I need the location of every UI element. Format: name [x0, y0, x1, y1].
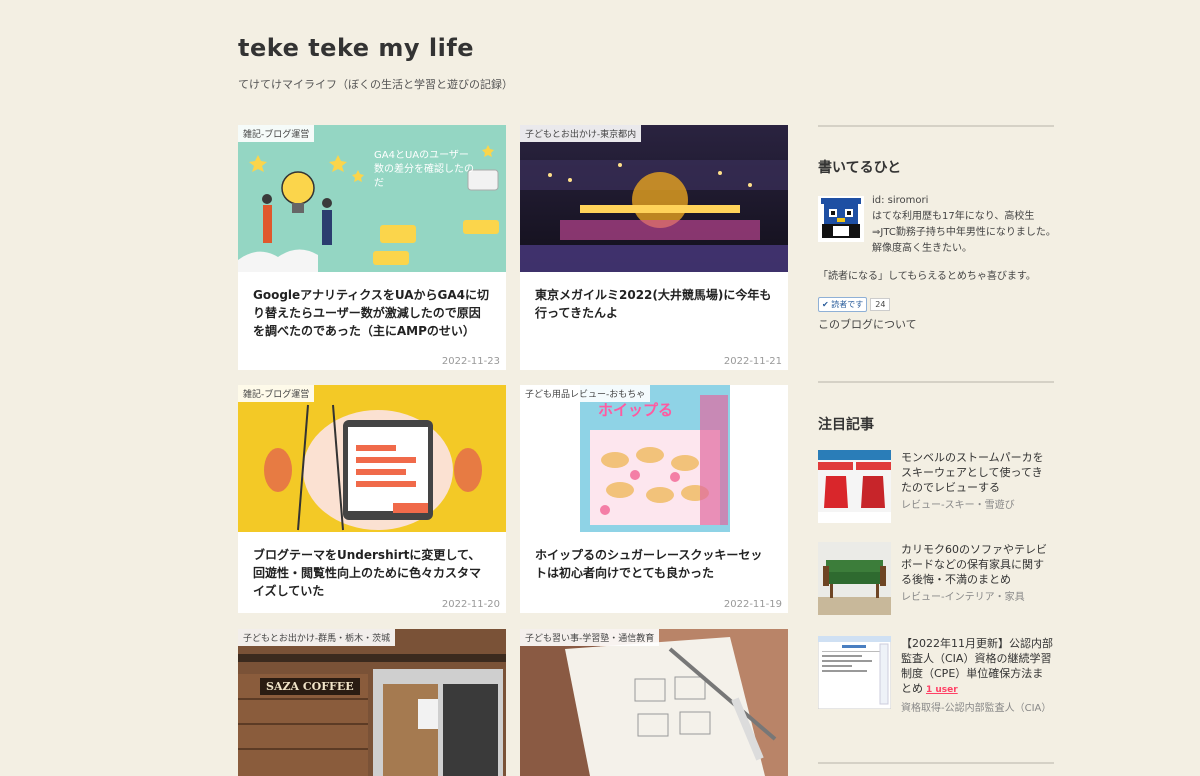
featured-thumbnail[interactable]	[818, 636, 891, 709]
article-date: 2022-11-20	[441, 599, 500, 610]
featured-item[interactable]: モンベルのストームパーカをスキーウェアとして使ってきたのでレビューする レビュー…	[818, 450, 1058, 530]
reader-count: 24	[870, 298, 891, 311]
sidebar-divider	[818, 381, 1054, 383]
subscribe-button[interactable]: ✔ 読者です	[818, 297, 868, 312]
article-card[interactable]: 子どもとお出かけ-群馬・栃木・茨城 SAZA COFFEE	[238, 629, 506, 776]
featured-title[interactable]: モンベルのストームパーカをスキーウェアとして使ってきたのでレビューする	[901, 450, 1053, 495]
profile-id[interactable]: id: siromori	[872, 193, 1056, 209]
article-category[interactable]: 子ども用品レビュー-おもちゃ	[520, 385, 651, 402]
reader-button-group: ✔ 読者です 24	[818, 297, 891, 312]
featured-title[interactable]: 【2022年11月更新】公認内部監査人（CIA）資格の継続学習制度（CPE）単位…	[901, 636, 1053, 698]
article-title[interactable]: 東京メガイルミ2022(大井競馬場)に今年も行ってきたんよ	[520, 272, 788, 322]
article-thumbnail[interactable]: 子どもとお出かけ-群馬・栃木・茨城 SAZA COFFEE	[238, 629, 506, 776]
thumbnail-text: GA4とUAのユーザー数の差分を確認したのだ	[374, 150, 474, 189]
article-title[interactable]: ブログテーマをUndershirtに変更して、回遊性・閲覧性向上のために色々カス…	[238, 532, 506, 600]
thumbnail-sign: SAZA COFFEE	[260, 678, 360, 695]
featured-item[interactable]: 【2022年11月更新】公認内部監査人（CIA）資格の継続学習制度（CPE）単位…	[818, 636, 1058, 716]
pixel-avatar-icon	[818, 196, 864, 242]
article-thumbnail[interactable]: 子どもとお出かけ-東京都内	[520, 125, 788, 272]
bookmark-user-badge[interactable]: 1 user	[926, 685, 958, 695]
site-title[interactable]: teke teke my life	[238, 34, 474, 62]
article-date: 2022-11-21	[723, 356, 782, 367]
article-date: 2022-11-23	[441, 356, 500, 367]
article-thumbnail[interactable]: 雑記-ブログ運営	[238, 385, 506, 532]
article-category[interactable]: 子どもとお出かけ-群馬・栃木・茨城	[238, 629, 396, 646]
about-blog-link[interactable]: このブログについて	[818, 317, 1054, 333]
article-category[interactable]: 子ども習い事-学習塾・通信教育	[520, 629, 660, 646]
featured-category[interactable]: 資格取得-公認内部監査人（CIA）	[901, 701, 1053, 716]
avatar[interactable]	[818, 196, 864, 242]
profile-heading: 書いてるひと	[818, 160, 902, 176]
featured-thumbnail[interactable]	[818, 542, 891, 615]
thumbnail-text: ホイップる	[598, 401, 674, 419]
article-category[interactable]: 雑記-ブログ運営	[238, 385, 315, 402]
thumbnail-illustration	[238, 125, 506, 272]
site-description: てけてけマイライフ（ぼくの生活と学習と遊びの記録）	[238, 78, 513, 91]
article-category[interactable]: 子どもとお出かけ-東京都内	[520, 125, 642, 142]
article-card[interactable]: 雑記-ブログ運営 GA4とUAのユーザー数の差分を確認したのだ Googleアナ…	[238, 125, 506, 370]
article-date: 2022-11-19	[723, 599, 782, 610]
profile-section: 書いてるひと id: siromori はてな利用歴も17年になり、高校生⇒JT…	[818, 157, 1056, 333]
thumbnail-photo	[520, 125, 788, 272]
featured-title[interactable]: カリモク60のソファやテレビボードなどの保有家具に関する後悔・不満のまとめ	[901, 542, 1053, 587]
featured-thumbnail[interactable]	[818, 450, 891, 523]
article-thumbnail[interactable]: 子ども習い事-学習塾・通信教育	[520, 629, 788, 776]
sidebar-divider	[818, 125, 1054, 127]
featured-heading: 注目記事	[818, 417, 874, 433]
article-thumbnail[interactable]: 雑記-ブログ運営 GA4とUAのユーザー数の差分を確認したのだ	[238, 125, 506, 272]
thumbnail-product	[818, 450, 891, 523]
article-thumbnail[interactable]: 子ども用品レビュー-おもちゃ ホイップる	[520, 385, 788, 532]
thumbnail-photo	[818, 542, 891, 615]
featured-category[interactable]: レビュー-スキー・雪遊び	[901, 498, 1053, 513]
profile-bio: はてな利用歴も17年になり、高校生⇒JTC勤務子持ち中年男性になりました。解像度…	[872, 211, 1056, 254]
featured-category[interactable]: レビュー-インテリア・家具	[901, 590, 1053, 605]
thumbnail-screenshot	[818, 636, 891, 709]
thumbnail-photo	[520, 629, 788, 776]
thumbnail-photo	[238, 629, 506, 776]
thumbnail-illustration	[238, 385, 506, 532]
article-card[interactable]: 雑記-ブログ運営 ブログテーマをUndershirtに変更して、回遊性・閲覧性向…	[238, 385, 506, 613]
article-title[interactable]: GoogleアナリティクスをUAからGA4に切り替えたらユーザー数が激減したので…	[238, 272, 506, 340]
article-card[interactable]: 子ども習い事-学習塾・通信教育	[520, 629, 788, 776]
article-category[interactable]: 雑記-ブログ運営	[238, 125, 315, 142]
article-card[interactable]: 子ども用品レビュー-おもちゃ ホイップる ホイップるのシュガーレースクッキーセッ…	[520, 385, 788, 613]
featured-item[interactable]: カリモク60のソファやテレビボードなどの保有家具に関する後悔・不満のまとめ レビ…	[818, 542, 1058, 622]
sidebar-divider	[818, 762, 1054, 764]
article-card[interactable]: 子どもとお出かけ-東京都内 東京メガイルミ2022(大井競馬場)に今年も行ってき…	[520, 125, 788, 370]
article-title[interactable]: ホイップるのシュガーレースクッキーセットは初心者向けでとても良かった	[520, 532, 788, 582]
